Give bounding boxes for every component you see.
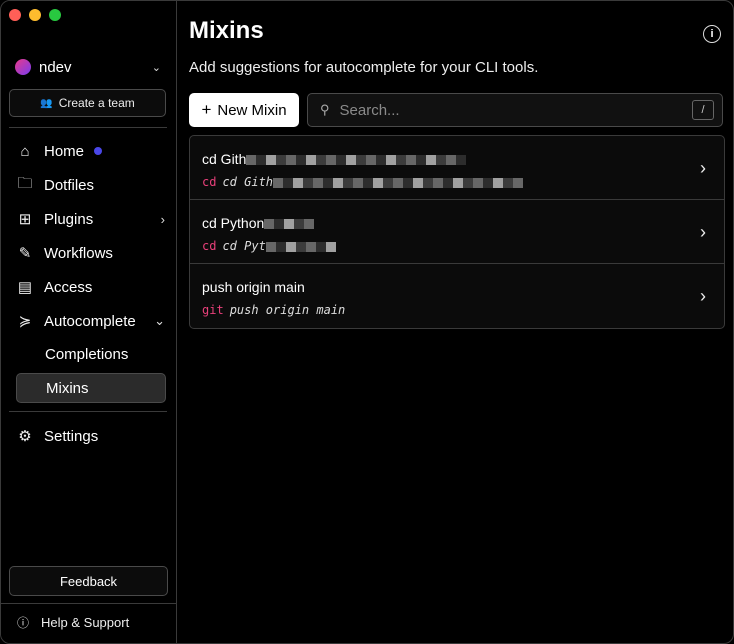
zoom-window-button[interactable] bbox=[49, 9, 61, 21]
sidebar-item-dotfiles[interactable]: 🗀 Dotfiles bbox=[15, 171, 165, 199]
redacted-text bbox=[246, 155, 467, 166]
redacted-text bbox=[264, 219, 315, 230]
sidebar-item-settings[interactable]: ⚙ Settings bbox=[15, 422, 165, 450]
new-mixin-button[interactable]: + New Mixin bbox=[189, 93, 299, 127]
help-label: Help & Support bbox=[41, 615, 130, 630]
sidebar-item-autocomplete[interactable]: ≽ Autocomplete ⌄ bbox=[15, 307, 165, 335]
sidebar-item-access[interactable]: ▤ Access bbox=[15, 273, 165, 301]
page-title: Mixins bbox=[189, 17, 264, 44]
sidebar-item-home[interactable]: ⌂ Home bbox=[15, 137, 165, 165]
user-name: ndev bbox=[39, 58, 72, 76]
plugins-icon: ⊞ bbox=[18, 211, 32, 228]
chevron-right-icon: › bbox=[160, 211, 165, 227]
create-team-button[interactable]: 👥 Create a team bbox=[9, 89, 166, 117]
chevron-down-icon: ⌄ bbox=[151, 61, 161, 74]
list-item[interactable]: cd Gith cd cd Gith › bbox=[190, 136, 724, 200]
avatar bbox=[15, 59, 31, 75]
sidebar-item-label: Completions bbox=[45, 345, 129, 363]
divider bbox=[9, 127, 167, 128]
help-icon: ⓘ bbox=[17, 616, 30, 630]
mixin-command: cd cd Pyt bbox=[202, 239, 336, 253]
sidebar-item-label: Workflows bbox=[44, 244, 113, 262]
terminal-icon: ≽ bbox=[18, 313, 32, 330]
search-icon: ⚲ bbox=[320, 102, 330, 117]
mixin-name: cd Gith bbox=[202, 151, 467, 167]
sidebar-item-label: Settings bbox=[44, 427, 99, 445]
sidebar-item-label: Autocomplete bbox=[44, 312, 136, 330]
page-subtitle: Add suggestions for autocomplete for you… bbox=[189, 59, 539, 76]
minimize-window-button[interactable] bbox=[29, 9, 41, 21]
chevron-down-icon: ⌄ bbox=[154, 313, 165, 328]
sidebar-item-label: Access bbox=[44, 278, 93, 296]
sidebar-item-label: Mixins bbox=[46, 379, 89, 397]
folder-icon: 🗀 bbox=[17, 174, 33, 192]
search-input[interactable] bbox=[337, 100, 682, 120]
sidebar: ndev ⌄ 👥 Create a team ⌂ Home 🗀 Dotfiles… bbox=[1, 1, 177, 643]
gear-icon: ⚙ bbox=[18, 428, 32, 445]
sidebar-item-completions[interactable]: Completions bbox=[16, 339, 166, 369]
people-icon: 👥 bbox=[40, 97, 53, 109]
close-window-button[interactable] bbox=[9, 9, 21, 21]
mixins-list: cd Gith cd cd Gith › cd Python cd cd Pyt ›… bbox=[189, 135, 725, 329]
mixin-command: cd cd Gith bbox=[202, 175, 524, 189]
info-icon[interactable]: i bbox=[703, 25, 721, 43]
search-shortcut-key: / bbox=[692, 100, 714, 120]
redacted-text bbox=[265, 241, 336, 252]
edit-icon: ✎ bbox=[18, 245, 32, 262]
sidebar-item-workflows[interactable]: ✎ Workflows bbox=[15, 239, 165, 267]
app-window: ndev ⌄ 👥 Create a team ⌂ Home 🗀 Dotfiles… bbox=[0, 0, 734, 644]
sidebar-item-plugins[interactable]: ⊞ Plugins › bbox=[15, 205, 165, 233]
chevron-right-icon: › bbox=[700, 286, 706, 306]
list-item[interactable]: cd Python cd cd Pyt › bbox=[190, 200, 724, 264]
sidebar-item-label: Dotfiles bbox=[44, 176, 95, 194]
sidebar-item-mixins[interactable]: Mixins bbox=[16, 373, 166, 403]
sidebar-item-label: Home bbox=[44, 142, 85, 160]
mixin-name: cd Python bbox=[202, 215, 315, 231]
chevron-right-icon: › bbox=[700, 158, 706, 178]
sidebar-item-label: Plugins bbox=[44, 210, 94, 228]
mixin-name: push origin main bbox=[202, 279, 305, 295]
list-item[interactable]: push origin main git push origin main › bbox=[190, 264, 724, 328]
redacted-text bbox=[273, 177, 524, 188]
home-icon: ⌂ bbox=[20, 142, 30, 160]
user-menu[interactable]: ndev ⌄ bbox=[15, 57, 161, 77]
search-box: ⚲ / bbox=[307, 93, 723, 127]
create-team-label: Create a team bbox=[58, 96, 135, 110]
divider bbox=[1, 603, 176, 604]
divider bbox=[9, 411, 167, 412]
plus-icon: + bbox=[201, 100, 212, 119]
feedback-label: Feedback bbox=[59, 573, 118, 589]
server-icon: ▤ bbox=[17, 279, 33, 296]
traffic-lights bbox=[9, 9, 61, 21]
main-content: Mixins i Add suggestions for autocomplet… bbox=[177, 1, 733, 643]
notification-badge bbox=[94, 147, 103, 155]
mixin-command: git push origin main bbox=[202, 303, 346, 317]
chevron-right-icon: › bbox=[700, 222, 706, 242]
help-support-link[interactable]: ⓘ Help & Support bbox=[17, 614, 129, 631]
feedback-button[interactable]: Feedback bbox=[9, 566, 168, 596]
new-mixin-label: New Mixin bbox=[217, 101, 287, 119]
